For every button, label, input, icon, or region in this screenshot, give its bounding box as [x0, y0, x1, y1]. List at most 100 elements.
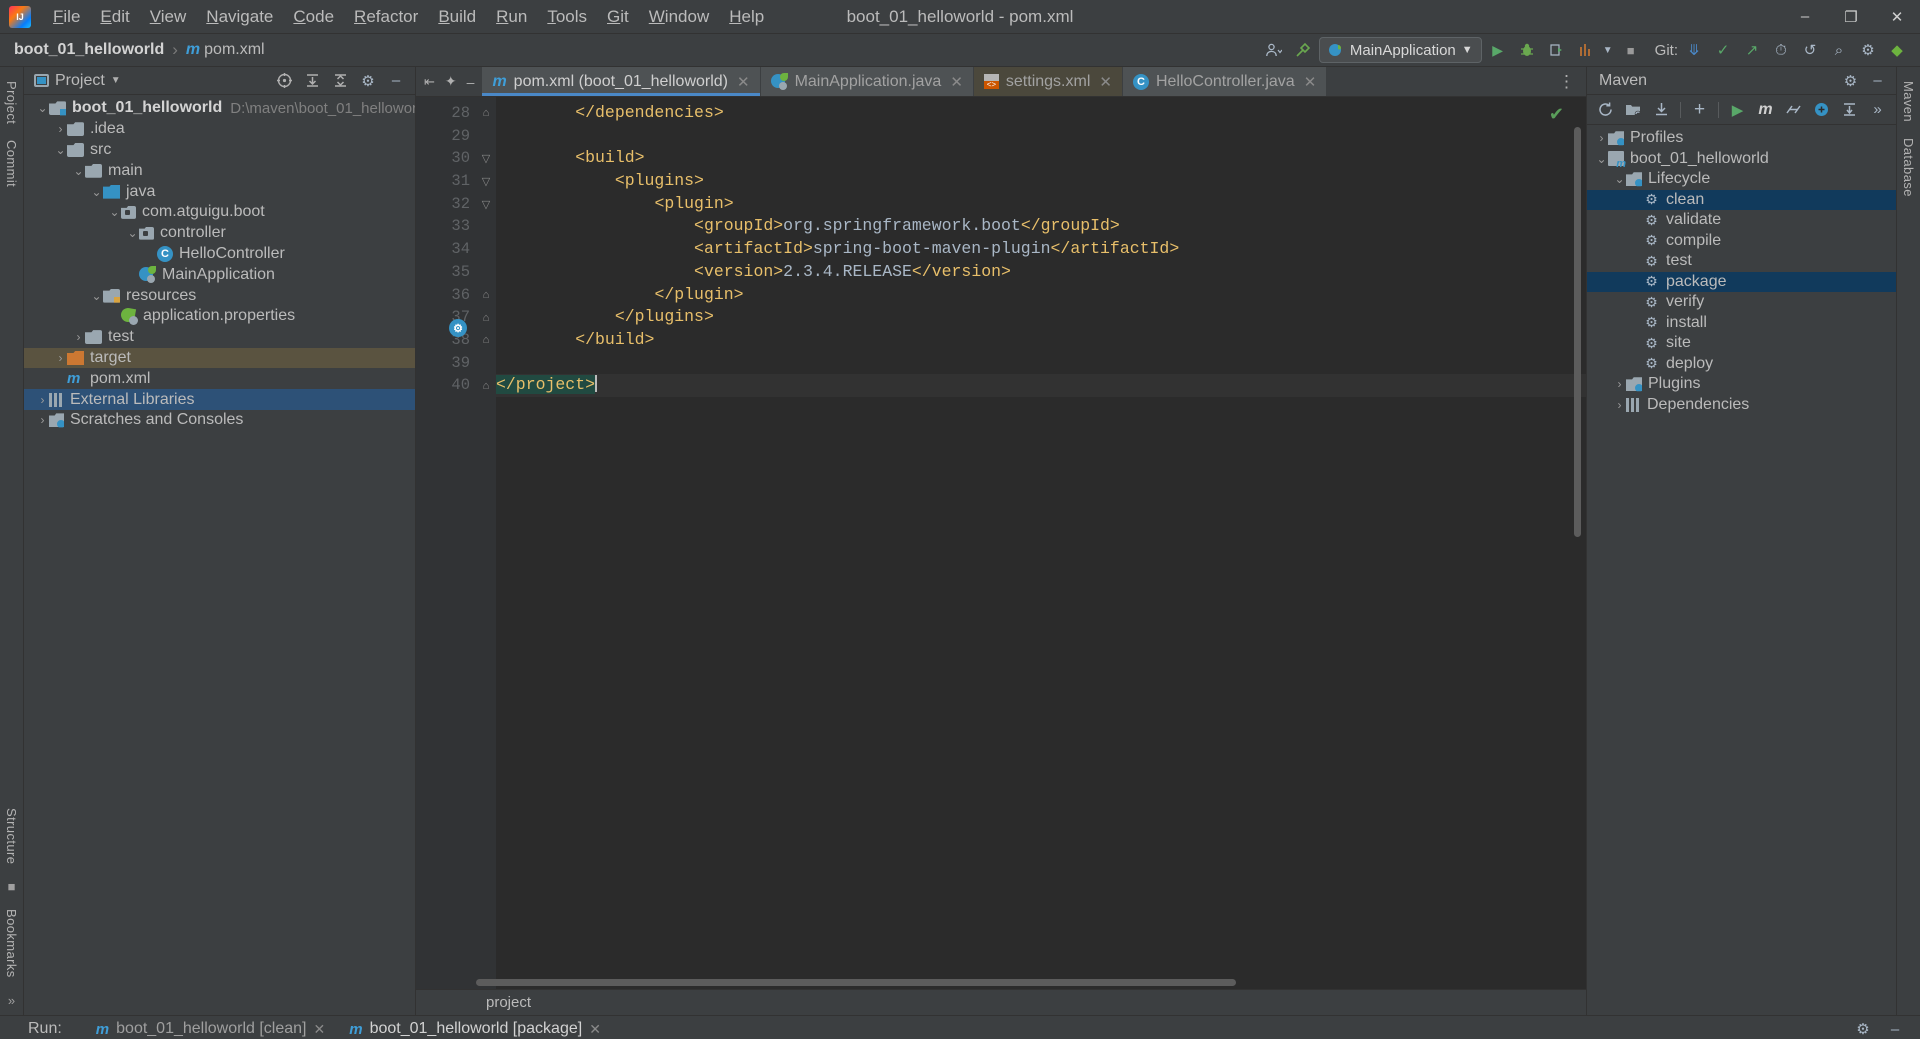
- chevron-right-icon[interactable]: ›: [72, 330, 85, 344]
- hide-icon[interactable]: –: [467, 74, 475, 90]
- minimize-button[interactable]: –: [1782, 0, 1828, 34]
- menu-item-refactor[interactable]: Refactor: [344, 3, 428, 31]
- breadcrumb-project[interactable]: boot_01_helloworld: [14, 41, 164, 59]
- run-panel-settings-icon[interactable]: ⚙: [1850, 1016, 1876, 1039]
- menu-item-edit[interactable]: Edit: [90, 3, 139, 31]
- code-line[interactable]: [496, 125, 1586, 148]
- menu-item-navigate[interactable]: Navigate: [196, 3, 283, 31]
- bookmarks-icon[interactable]: ■: [8, 879, 16, 894]
- profiler-button[interactable]: [1572, 37, 1598, 63]
- code-fold-icon[interactable]: ▽: [476, 193, 496, 216]
- code-line[interactable]: </project>: [496, 374, 1586, 397]
- run-tab-clean[interactable]: m boot_01_helloworld [clean] ✕: [84, 1016, 337, 1039]
- tree-node-controller[interactable]: ⌄ controller: [24, 223, 415, 244]
- editor-vertical-scrollbar[interactable]: [1574, 127, 1581, 537]
- tree-node-pom-xml[interactable]: m pom.xml: [24, 368, 415, 389]
- chevron-right-icon[interactable]: ›: [36, 393, 49, 407]
- hide-panel-icon[interactable]: –: [383, 68, 409, 94]
- code-text-area[interactable]: </dependencies> <build> <plugins> <plugi…: [496, 97, 1586, 989]
- chevron-down-icon[interactable]: ▼: [1601, 37, 1615, 63]
- tree-node-java[interactable]: ⌄ java: [24, 181, 415, 202]
- tree-node-test[interactable]: › test: [24, 327, 415, 348]
- chevron-down-icon[interactable]: ⌄: [72, 164, 85, 178]
- close-tab-icon[interactable]: ✕: [1304, 73, 1317, 91]
- code-folding-column[interactable]: ⌂ ▽ ▽ ▽ ⌂ ⌂ ⌂ ⌂: [476, 97, 496, 989]
- select-opened-file-icon[interactable]: [271, 68, 297, 94]
- breadcrumb-file[interactable]: pom.xml: [204, 41, 264, 59]
- chevron-down-icon[interactable]: ⌄: [126, 226, 139, 240]
- close-button[interactable]: ✕: [1874, 0, 1920, 34]
- run-icon[interactable]: ▶: [1725, 98, 1750, 122]
- tree-node-src[interactable]: ⌄ src: [24, 140, 415, 161]
- chevron-right-icon[interactable]: ›: [1613, 377, 1626, 391]
- tree-node-scratches-and-consoles[interactable]: › Scratches and Consoles: [24, 410, 415, 431]
- editor-tab-settings[interactable]: <> settings.xml ✕: [973, 67, 1123, 96]
- chevron-down-icon[interactable]: ⌄: [90, 289, 103, 303]
- tree-node-resources[interactable]: ⌄ resources: [24, 285, 415, 306]
- run-configuration-selector[interactable]: MainApplication ▼: [1318, 37, 1482, 63]
- menu-item-run[interactable]: Run: [486, 3, 537, 31]
- panel-settings-icon[interactable]: ⚙: [355, 68, 381, 94]
- rail-item-maven[interactable]: Maven: [1901, 73, 1916, 130]
- collapse-all-icon[interactable]: ⇤: [424, 74, 435, 90]
- stop-button[interactable]: ■: [1618, 37, 1644, 63]
- editor-horizontal-scrollbar[interactable]: [476, 979, 1236, 986]
- maven-node-boot-01-helloworld[interactable]: ⌄ boot_01_helloworld: [1587, 149, 1896, 171]
- maven-node-plugins[interactable]: › Plugins: [1587, 374, 1896, 395]
- pin-icon[interactable]: ✦: [445, 73, 457, 90]
- window-controls[interactable]: – ❐ ✕: [1782, 0, 1920, 34]
- menu-item-git[interactable]: Git: [597, 3, 639, 31]
- rail-item-commit[interactable]: Commit: [4, 132, 19, 195]
- maven-node-lifecycle[interactable]: ⌄ Lifecycle: [1587, 169, 1896, 190]
- run-tab-package[interactable]: m boot_01_helloworld [package] ✕: [337, 1016, 613, 1039]
- code-fold-icon[interactable]: ⌂: [476, 329, 496, 352]
- run-with-coverage-button[interactable]: [1543, 37, 1569, 63]
- show-dependencies-icon[interactable]: [1809, 98, 1834, 122]
- run-panel-hide-icon[interactable]: –: [1882, 1016, 1908, 1039]
- rail-item-structure[interactable]: Structure: [4, 800, 19, 872]
- expand-all-icon[interactable]: [299, 68, 325, 94]
- git-commit-icon[interactable]: ✓: [1710, 37, 1736, 63]
- tree-node-target[interactable]: › target: [24, 347, 415, 369]
- history-icon[interactable]: ⏱: [1768, 37, 1794, 63]
- tree-node-main[interactable]: ⌄ main: [24, 160, 415, 181]
- code-line[interactable]: <build>: [496, 147, 1586, 170]
- run-button[interactable]: ▶: [1485, 37, 1511, 63]
- code-line[interactable]: </plugins>: [496, 306, 1586, 329]
- menu-item-build[interactable]: Build: [428, 3, 486, 31]
- git-update-icon[interactable]: ⤋: [1681, 37, 1707, 63]
- maven-hide-icon[interactable]: –: [1865, 69, 1890, 93]
- menu-item-view[interactable]: View: [140, 3, 197, 31]
- close-tab-icon[interactable]: ✕: [737, 73, 750, 91]
- code-fold-icon[interactable]: ⌂: [476, 284, 496, 307]
- editor-tab-hellocontroller[interactable]: C HelloController.java ✕: [1122, 67, 1328, 96]
- chevron-right-icon[interactable]: ›: [54, 122, 67, 136]
- chevron-down-icon[interactable]: ⌄: [1613, 172, 1626, 186]
- maven-node-test[interactable]: ⚙ test: [1587, 251, 1896, 272]
- execute-maven-goal-icon[interactable]: m: [1753, 98, 1778, 122]
- maven-node-profiles[interactable]: › Profiles: [1587, 128, 1896, 149]
- maximize-button[interactable]: ❐: [1828, 0, 1874, 34]
- plugin-icon[interactable]: ◆: [1884, 37, 1910, 63]
- code-line[interactable]: </dependencies>: [496, 102, 1586, 125]
- code-line[interactable]: <version>2.3.4.RELEASE</version>: [496, 261, 1586, 284]
- left-tool-rail[interactable]: Project Commit Structure ■ Bookmarks »: [0, 67, 24, 1015]
- chevron-right-icon[interactable]: ›: [1613, 398, 1626, 412]
- project-tree[interactable]: ⌄ boot_01_helloworld D:\maven\boot_01_hell…: [24, 95, 415, 1015]
- right-tool-rail[interactable]: Maven Database: [1896, 67, 1920, 1015]
- breadcrumb-element[interactable]: project: [486, 994, 531, 1011]
- maven-node-verify[interactable]: ⚙ verify: [1587, 292, 1896, 313]
- editor-tab-bar[interactable]: ⇤ ✦ – m pom.xml (boot_01_helloworld) ✕ Main…: [416, 67, 1586, 97]
- search-everywhere-icon[interactable]: ⌕: [1826, 37, 1852, 63]
- maven-toolbar[interactable]: + ▶ m »: [1587, 95, 1896, 125]
- menu-item-tools[interactable]: Tools: [537, 3, 597, 31]
- menu-bar[interactable]: File Edit View Navigate Code Refactor Build Run…: [43, 3, 774, 31]
- more-icon[interactable]: »: [1865, 98, 1890, 122]
- maven-node-dependencies[interactable]: › Dependencies: [1587, 395, 1896, 416]
- code-line[interactable]: [496, 352, 1586, 375]
- download-sources-icon[interactable]: [1649, 98, 1674, 122]
- expand-icon[interactable]: [1837, 98, 1862, 122]
- chevron-down-icon[interactable]: ⌄: [108, 205, 121, 219]
- tree-node-mainapplication[interactable]: MainApplication: [24, 264, 415, 285]
- run-tab-bar[interactable]: Run: m boot_01_helloworld [clean] ✕ m boot_0…: [0, 1016, 1920, 1039]
